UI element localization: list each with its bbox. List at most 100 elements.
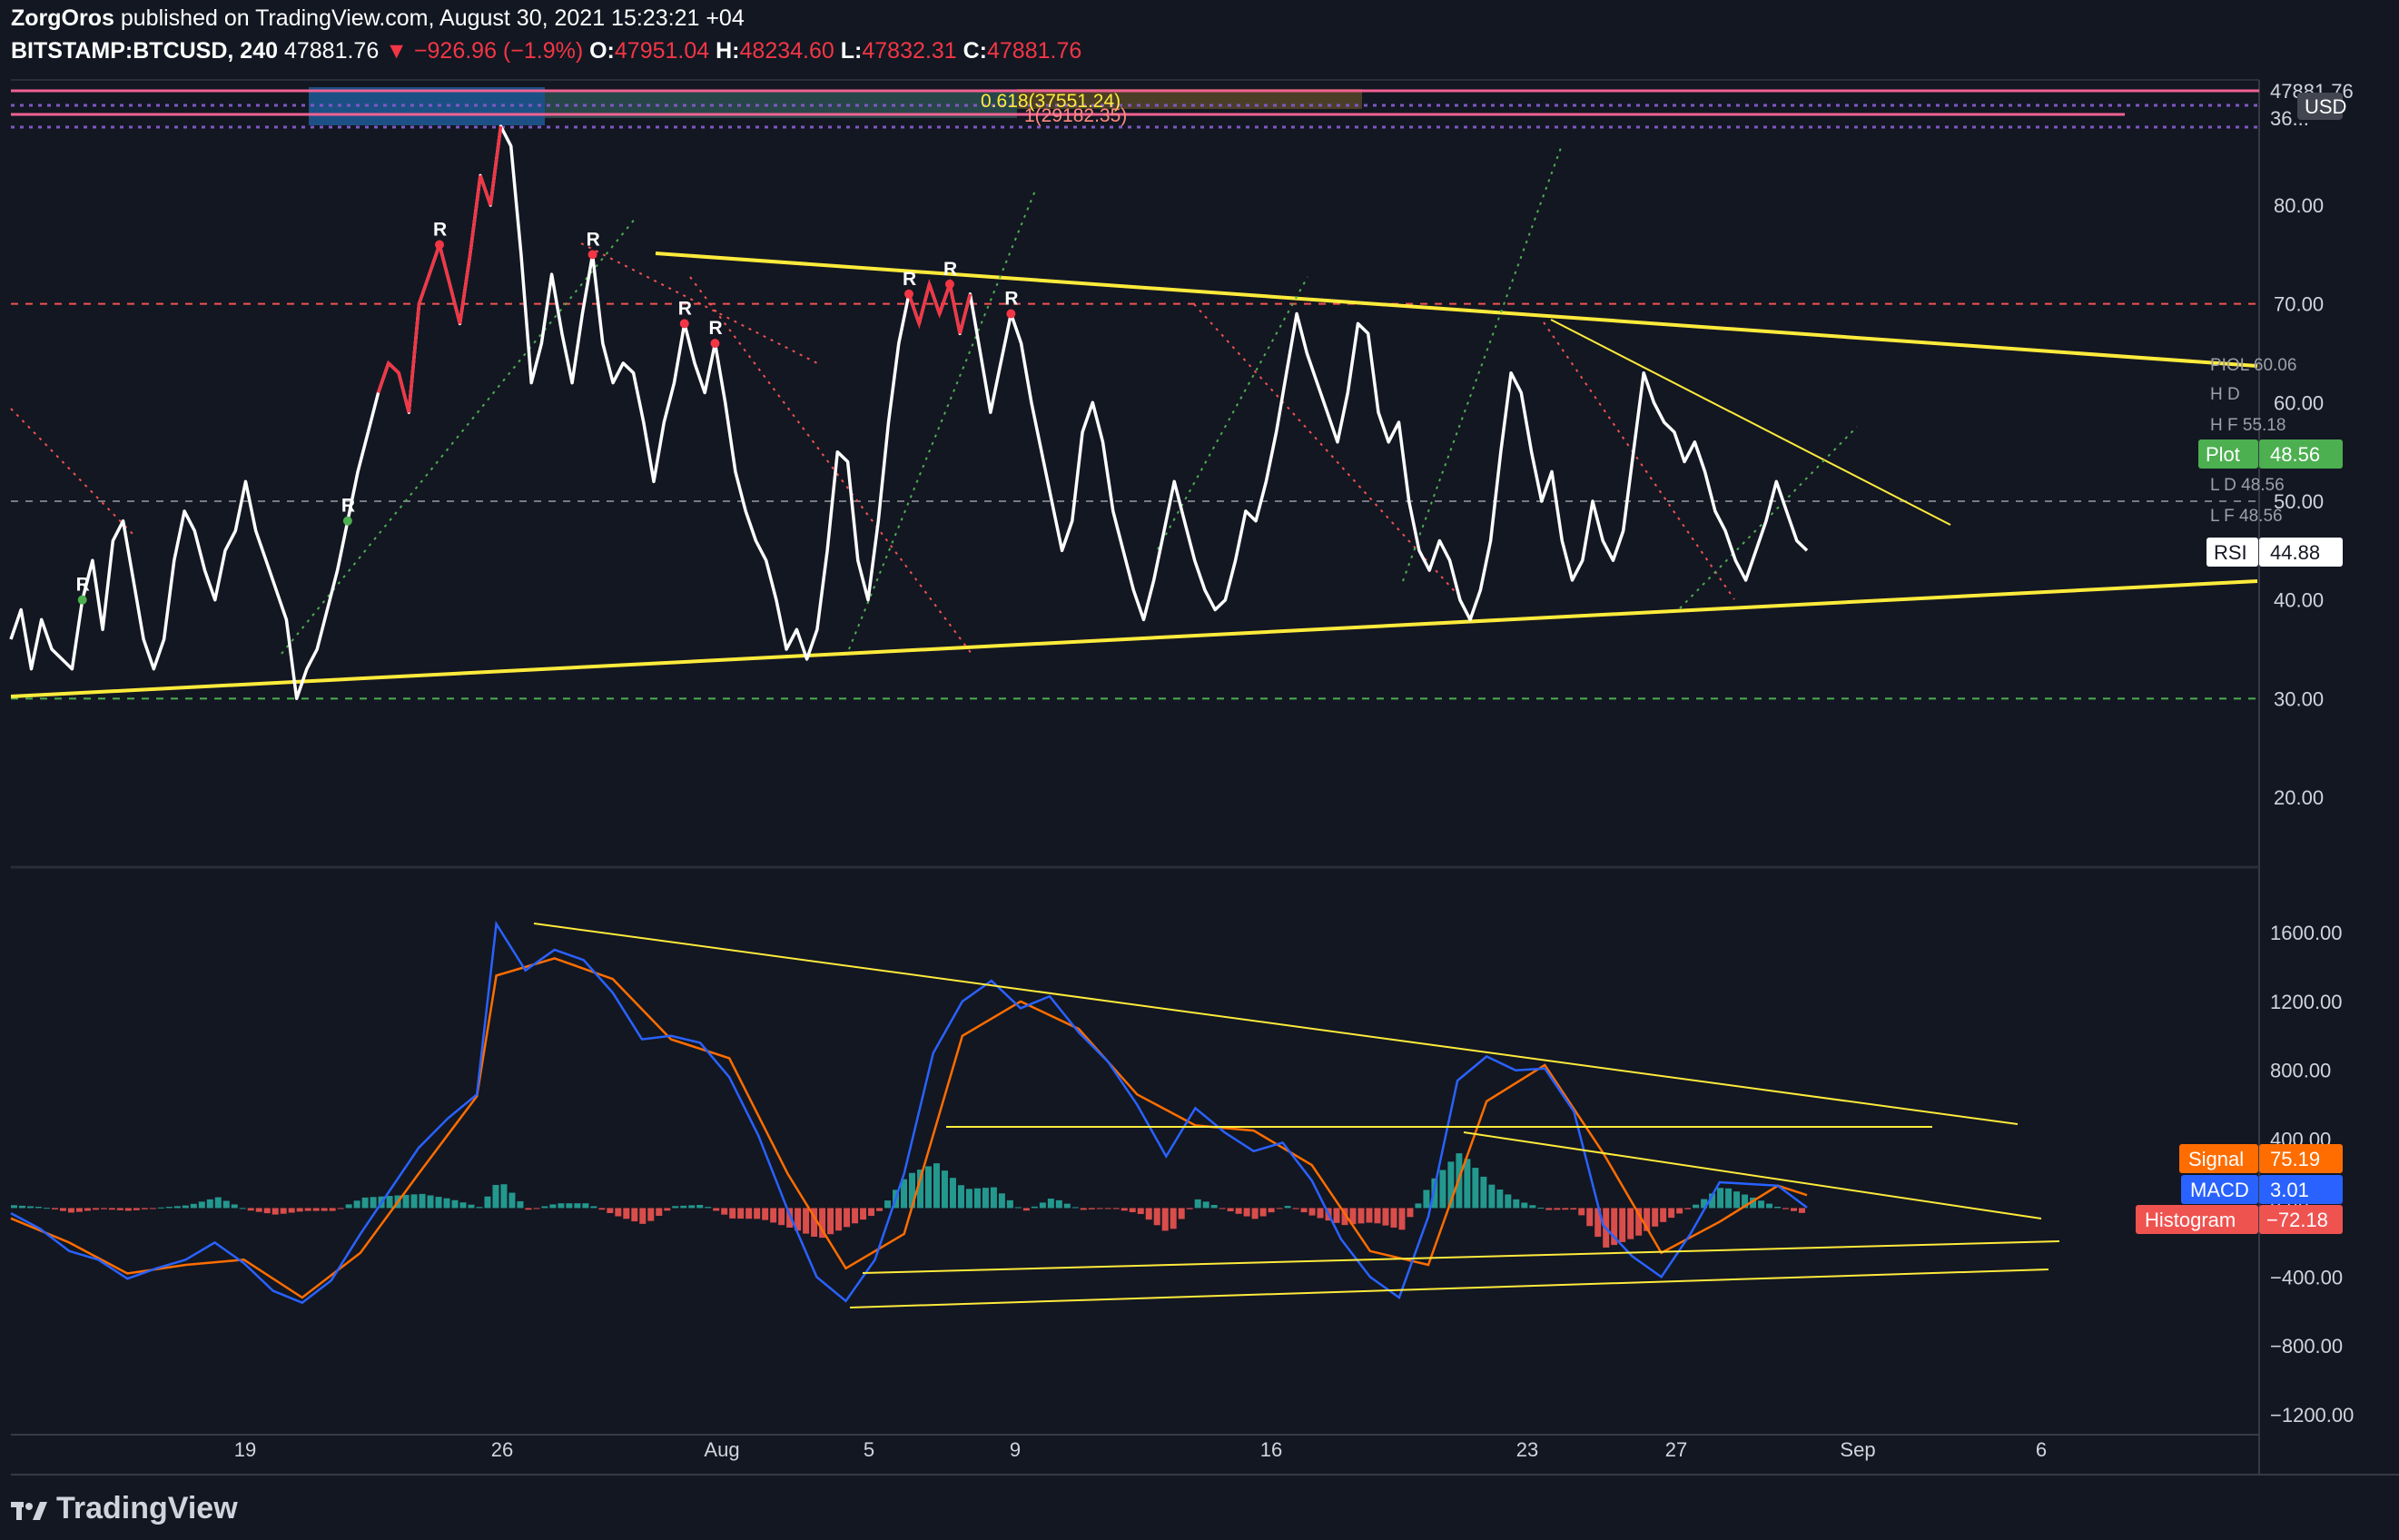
rsi-side-label: L F 48.56	[2210, 507, 2283, 526]
histogram-bar	[321, 1208, 328, 1211]
histogram-bar	[67, 1208, 74, 1213]
rsi-trendlines[interactable]	[10, 252, 2258, 698]
histogram-bar	[1121, 1208, 1128, 1211]
histogram-bar	[239, 1208, 246, 1209]
macd-axis-tick: −800.00	[2270, 1335, 2343, 1357]
histogram-bar	[623, 1208, 630, 1219]
guide-9	[1402, 144, 1563, 582]
time-axis[interactable]: 19 26 Aug 5 9 16 23 27 Sep 6	[234, 1438, 2047, 1461]
histogram-bar	[182, 1205, 189, 1209]
rsi-resistance-trendline[interactable]	[655, 252, 2258, 368]
macd-price-axis[interactable]: 1600.001200.00800.00400.000.00−400.00−80…	[2270, 922, 2354, 1426]
histogram-bar	[941, 1170, 948, 1209]
divergence-r-label: R	[76, 575, 90, 596]
rsi-guides	[10, 144, 1858, 655]
macd-line[interactable]	[10, 920, 1808, 1305]
rsi-price-axis[interactable]: 80.0070.0060.0050.0040.0030.0020.00	[2274, 194, 2324, 809]
histogram-bar	[263, 1208, 271, 1214]
plot-tag[interactable]: Plot 48.56	[2198, 439, 2343, 469]
histogram-bar	[1586, 1208, 1594, 1227]
histogram-bar	[729, 1208, 736, 1219]
histogram-bar	[1063, 1203, 1071, 1209]
guide-3	[689, 276, 972, 655]
macd-trendlines[interactable]	[533, 923, 2060, 1308]
rsi-axis-tick: 20.00	[2274, 786, 2324, 809]
histogram-bar	[459, 1202, 467, 1209]
histogram-bar	[541, 1206, 548, 1209]
macd-upper-trendline[interactable]	[533, 923, 2019, 1125]
histogram-bar	[116, 1208, 123, 1210]
rsi-side-label: H D	[2210, 385, 2240, 404]
brand-footer[interactable]: TradingView	[11, 1491, 238, 1526]
macd-tag[interactable]: MACD 3.01	[2181, 1175, 2343, 1204]
histogram-bar	[11, 1205, 17, 1209]
time-axis-tick: 16	[1260, 1438, 1282, 1461]
histogram-bar	[844, 1208, 851, 1228]
histogram-bar	[1782, 1208, 1790, 1209]
histogram-bar	[1210, 1205, 1218, 1209]
histogram-bar	[84, 1208, 91, 1211]
histogram-bar	[1791, 1208, 1798, 1211]
macd-lower-trendline-2[interactable]	[849, 1269, 2049, 1308]
histogram-bar	[1178, 1208, 1185, 1219]
histogram-bar	[1382, 1208, 1389, 1226]
divergence-r-label: R	[433, 219, 447, 240]
histogram-bar	[1251, 1208, 1259, 1219]
histogram-bar	[1031, 1206, 1038, 1209]
histogram-bar	[1317, 1208, 1324, 1219]
histogram-bar	[1619, 1208, 1626, 1242]
rsi-tag[interactable]: RSI 44.88	[2206, 538, 2343, 567]
time-axis-tick: 9	[1010, 1438, 1021, 1461]
rsi-bearish-segment-1[interactable]	[376, 125, 503, 413]
histogram-bar	[639, 1208, 647, 1224]
histogram-bar	[1284, 1206, 1291, 1209]
macd-histogram[interactable]	[11, 1153, 1805, 1248]
histogram-bar	[435, 1197, 442, 1209]
histogram-bar	[1684, 1208, 1692, 1209]
histogram-bar	[998, 1193, 1005, 1209]
rsi-side-label: PIOL 60.06	[2210, 356, 2296, 375]
histogram-bar	[1717, 1188, 1724, 1209]
divergence-dot	[435, 240, 445, 250]
histogram-bar	[1390, 1208, 1397, 1228]
histogram-bar	[1227, 1208, 1234, 1212]
histogram-bar	[419, 1193, 426, 1209]
histogram-bar	[1480, 1176, 1487, 1209]
divergence-r-label: R	[943, 259, 957, 280]
histogram-bar	[1766, 1203, 1773, 1209]
histogram-bar	[1055, 1199, 1062, 1209]
histogram-bar	[672, 1206, 679, 1209]
histogram-bar	[647, 1208, 655, 1221]
histogram-bar	[525, 1208, 532, 1210]
histogram-bar	[108, 1208, 115, 1210]
histogram-bar	[476, 1207, 483, 1209]
signal-tag[interactable]: Signal 75.19	[2179, 1144, 2343, 1173]
histogram-bar	[737, 1208, 745, 1219]
divergence-r-label: R	[587, 229, 600, 250]
histogram-bar	[312, 1208, 320, 1211]
macd-lower-trendline-1[interactable]	[862, 1240, 2060, 1274]
histogram-bar	[51, 1208, 58, 1209]
histogram-bar	[1758, 1200, 1765, 1209]
histogram-bar	[615, 1208, 622, 1217]
chart-canvas[interactable]: 0.618(37551.24) 1(29182.35) 47881.76 36.…	[0, 0, 2399, 1540]
rsi-support-trendline[interactable]	[10, 579, 2258, 698]
currency-label: USD	[2305, 95, 2346, 118]
signal-line[interactable]	[10, 957, 1808, 1299]
histogram-bar	[386, 1196, 393, 1209]
histogram-bar	[500, 1184, 508, 1209]
histogram-tag[interactable]: Histogram −72.18	[2136, 1205, 2343, 1234]
histogram-bar	[705, 1207, 712, 1209]
plot-tag-value: 48.56	[2270, 443, 2320, 466]
rsi-short-trendline[interactable]	[1550, 319, 1951, 526]
divergence-markers[interactable]: RRR RRRR RR	[76, 219, 1019, 605]
rsi-bearish-segment-2[interactable]	[907, 278, 972, 334]
histogram-bar	[1496, 1190, 1504, 1209]
histogram-bar	[402, 1194, 410, 1209]
time-axis-tick: 26	[491, 1438, 513, 1461]
price-strip: 0.618(37551.24) 1(29182.35) 47881.76 36.…	[11, 80, 2354, 130]
divergence-dot	[710, 339, 720, 349]
histogram-bar	[590, 1206, 597, 1209]
histogram-bar	[35, 1207, 42, 1209]
histogram-bar	[26, 1206, 34, 1209]
